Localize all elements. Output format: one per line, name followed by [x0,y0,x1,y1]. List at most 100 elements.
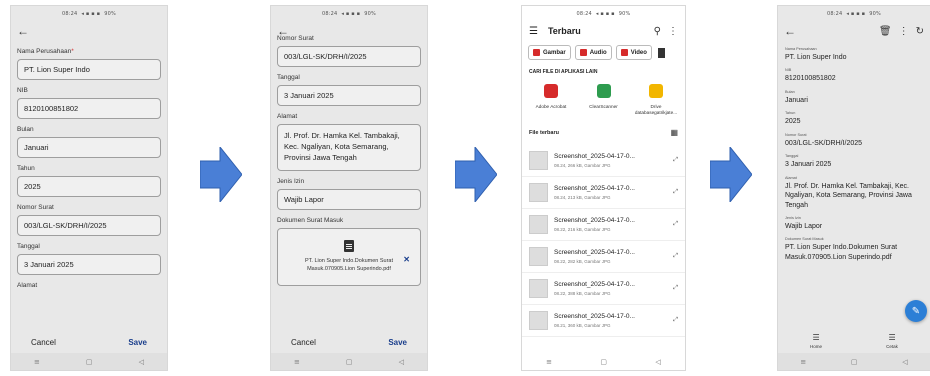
app-label: Adobe Acrobat [535,104,567,109]
more-options-icon[interactable]: ⋮ [668,26,678,37]
step-arrow-icon [455,147,497,202]
detail-list: Nama Perusahaan PT. Lion Super Indo NIB 812… [778,47,930,262]
letter-number-field[interactable]: 003/LGL-SK/DRH/I/2025 [277,46,421,67]
month-field[interactable]: Januari [17,137,161,158]
bottom-navigation: ☰ Home ☰ Cetak [778,329,930,353]
recent-file-item[interactable]: Screenshot_2025-04-17-0... 08.22, 216 kB,… [522,209,685,242]
company-name-field[interactable]: PT. Lion Super Indo [17,59,161,80]
home-nav-icon[interactable]: ▢ [600,358,607,366]
back-nav-icon[interactable]: ◁ [902,358,907,366]
phone-detail-screen: 08:24 ◂ ▪ ▪ ▪ 90% ← 🗑 ⋮ ↻ Nama Perusahaa… [777,5,930,371]
cancel-button[interactable]: Cancel [31,338,56,347]
field-label: Jenis Izin [277,177,305,185]
status-bar: 08:24 ◂ ▪ ▪ ▪ 90% [522,6,685,21]
form: Nomor Surat 003/LGL-SK/DRH/I/2025 Tangga… [271,35,427,286]
back-nav-icon[interactable]: ◁ [399,358,404,366]
chip-video[interactable]: Video [615,45,652,60]
file-thumbnail [529,215,548,235]
menu-nav-icon[interactable]: ≡ [546,358,552,366]
expand-preview-icon[interactable]: ⤢ [673,253,678,260]
year-field[interactable]: 2025 [17,176,161,197]
menu-nav-icon[interactable]: ≡ [294,358,300,366]
delete-icon[interactable]: 🗑 [879,26,892,37]
home-nav-icon[interactable]: ▢ [86,358,93,366]
status-bar: 08:24 ◂ ▪ ▪ ▪ 90% [778,6,930,21]
detail-value: 2025 [785,118,801,126]
recent-file-item[interactable]: Screenshot_2025-04-17-0... 08.21, 360 kB,… [522,305,685,338]
recent-files-header: File terbaru ▦ [522,128,685,137]
letter-number-field[interactable]: 003/LGL-SK/DRH/I/2025 [17,215,161,236]
recent-files-list: Screenshot_2025-04-17-0... 08.24, 266 kB,… [522,145,685,338]
save-button[interactable]: Save [388,338,407,347]
detail-label: Tanggal [785,154,799,159]
back-nav-icon[interactable]: ◁ [139,358,144,366]
app-adobe-acrobat[interactable]: Adobe Acrobat [526,84,576,116]
date-field[interactable]: 3 Januari 2025 [17,254,161,275]
phone-form-screen: 08:24 ◂ ▪ ▪ ▪ 90% ← Nama Perusahaan* PT.… [10,5,168,371]
file-name: Screenshot_2025-04-17-0... [554,153,635,161]
recent-file-item[interactable]: Screenshot_2025-04-17-0... 08.22, 282 kB,… [522,241,685,274]
detail-label: Dokumen Surat Masuk [785,237,824,242]
tab-home[interactable]: ☰ Home [810,333,822,349]
document-attachment[interactable]: PT. Lion Super Indo.Dokumen Surat Masuk.… [277,227,421,286]
date-field[interactable]: 3 Januari 2025 [277,85,421,106]
back-arrow-icon[interactable]: ← [17,25,29,37]
file-info: Screenshot_2025-04-17-0... 08.24, 266 kB,… [554,153,673,168]
status-battery: 90% [364,10,376,17]
expand-preview-icon[interactable]: ⤢ [673,157,678,164]
file-meta: 08.21, 360 kB, Gambar JPG [554,323,611,329]
menu-nav-icon[interactable]: ≡ [34,358,40,366]
expand-preview-icon[interactable]: ⤢ [673,221,678,228]
recent-files-title: File terbaru [529,129,559,136]
file-thumbnail [529,151,548,171]
file-thumbnail [529,279,548,299]
nib-field[interactable]: 8120100851802 [17,98,161,119]
file-info: Screenshot_2025-04-17-0... 08.22, 388 kB,… [554,281,673,296]
grid-view-icon[interactable]: ▦ [670,128,678,137]
detail-value: 3 Januari 2025 [785,161,832,169]
system-nav-bar: ≡ ▢ ◁ [271,353,427,370]
app-drive[interactable]: Drive databasegatrikjate... [631,84,681,116]
recent-file-item[interactable]: Screenshot_2025-04-17-0... 08.22, 388 kB,… [522,273,685,306]
expand-preview-icon[interactable]: ⤢ [673,189,678,196]
chip-images[interactable]: Gambar [528,45,571,60]
permit-type-field[interactable]: Wajib Lapor [277,188,421,210]
step-arrow-icon [710,147,752,202]
remove-attachment-icon[interactable]: ✕ [403,255,410,264]
more-options-icon[interactable]: ⋮ [899,26,909,37]
detail-value: PT. Lion Super Indo [785,54,847,61]
picker-app-bar: ☰ Terbaru ⚲ ⋮ [522,21,685,41]
tab-print[interactable]: ☰ Cetak [886,333,898,349]
other-apps-row: Adobe Acrobat ClearScanner Drive databas… [522,84,685,116]
home-nav-icon[interactable]: ▢ [851,358,858,366]
cancel-button[interactable]: Cancel [291,338,316,347]
audio-icon [579,49,587,56]
recent-file-item[interactable]: Screenshot_2025-04-17-0... 08.24, 266 kB,… [522,145,685,178]
detail-label: Jenis Izin [785,215,801,220]
file-thumbnail [529,311,548,331]
file-meta: 08.24, 213 kB, Gambar JPG [554,195,611,201]
search-icon[interactable]: ⚲ [654,26,661,37]
status-icons: ◂ ▪ ▪ ▪ [81,10,101,17]
expand-preview-icon[interactable]: ⤢ [673,317,678,324]
file-name: Screenshot_2025-04-17-0... [554,249,635,257]
refresh-icon[interactable]: ↻ [916,26,924,37]
expand-preview-icon[interactable]: ⤢ [673,285,678,292]
menu-nav-icon[interactable]: ≡ [800,358,806,366]
hamburger-menu-icon[interactable]: ☰ [529,26,538,37]
edit-fab[interactable]: ✎ [905,300,927,322]
back-nav-icon[interactable]: ◁ [655,358,660,366]
chip-audio[interactable]: Audio [574,45,612,60]
app-clearscanner[interactable]: ClearScanner [579,84,629,116]
recent-file-item[interactable]: Screenshot_2025-04-17-0... 08.24, 213 kB,… [522,177,685,210]
detail-label: Nama Perusahaan [785,47,817,51]
back-arrow-icon[interactable]: ← [784,25,796,37]
required-asterisk: * [71,48,74,55]
detail-value: 8120100851802 [785,75,836,83]
attachment-filename: PT. Lion Super Indo.Dokumen Surat Masuk.… [304,258,394,272]
file-thumbnail [529,247,548,267]
documents-chip-icon[interactable] [657,47,665,58]
save-button[interactable]: Save [128,338,147,347]
home-nav-icon[interactable]: ▢ [346,358,353,366]
address-field[interactable]: Jl. Prof. Dr. Hamka Kel. Tambakaji, Kec.… [277,124,421,171]
